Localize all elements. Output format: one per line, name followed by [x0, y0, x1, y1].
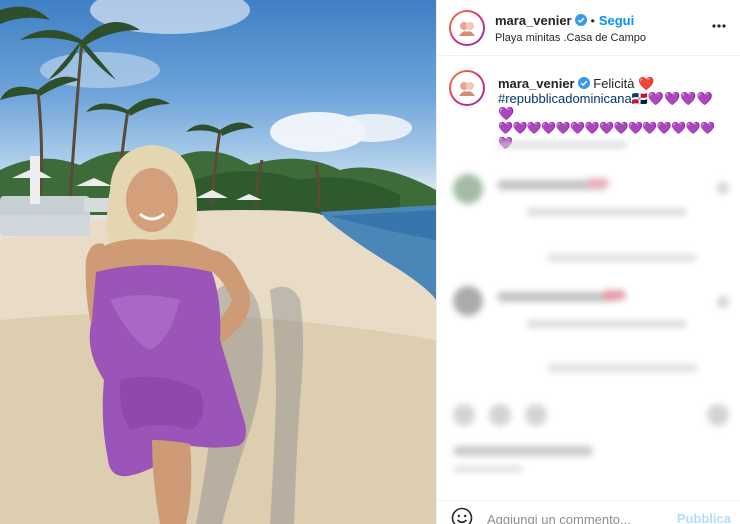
- follow-button[interactable]: Segui: [599, 13, 634, 28]
- caption-body: Felicità: [593, 76, 635, 91]
- blurred-comments-area: [437, 136, 740, 496]
- avatar[interactable]: [449, 10, 485, 46]
- publish-button[interactable]: Pubblica: [677, 511, 731, 524]
- comment-bar: Pubblica: [437, 500, 740, 524]
- post-photo[interactable]: [0, 0, 436, 524]
- location-link[interactable]: Playa minitas .Casa de Campo: [495, 32, 646, 44]
- separator-dot: •: [590, 14, 595, 28]
- verified-badge-icon: [574, 14, 587, 26]
- red-heart-emoji: ❤️: [638, 76, 655, 91]
- hashtag-link[interactable]: #repubblicadominicana: [498, 91, 632, 106]
- more-options-icon[interactable]: [711, 18, 727, 34]
- emoji-smile-icon[interactable]: [451, 507, 473, 524]
- post-header: mara_venier • Segui Playa minitas .Casa de…: [437, 0, 740, 56]
- profile-picture-icon: [459, 82, 475, 96]
- beach-photo-illustration: [0, 0, 436, 524]
- caption-avatar[interactable]: [449, 70, 485, 106]
- header-username[interactable]: mara_venier: [495, 13, 572, 28]
- caption-username[interactable]: mara_venier: [498, 76, 575, 91]
- flag-emoji: 🇩🇴: [631, 91, 648, 106]
- comment-input[interactable]: [487, 510, 677, 524]
- header-title-row: mara_venier • Segui: [495, 12, 634, 30]
- profile-picture-icon: [459, 22, 475, 36]
- post-details-panel: mara_venier • Segui Playa minitas .Casa de…: [436, 0, 740, 524]
- verified-badge-icon: [577, 77, 590, 89]
